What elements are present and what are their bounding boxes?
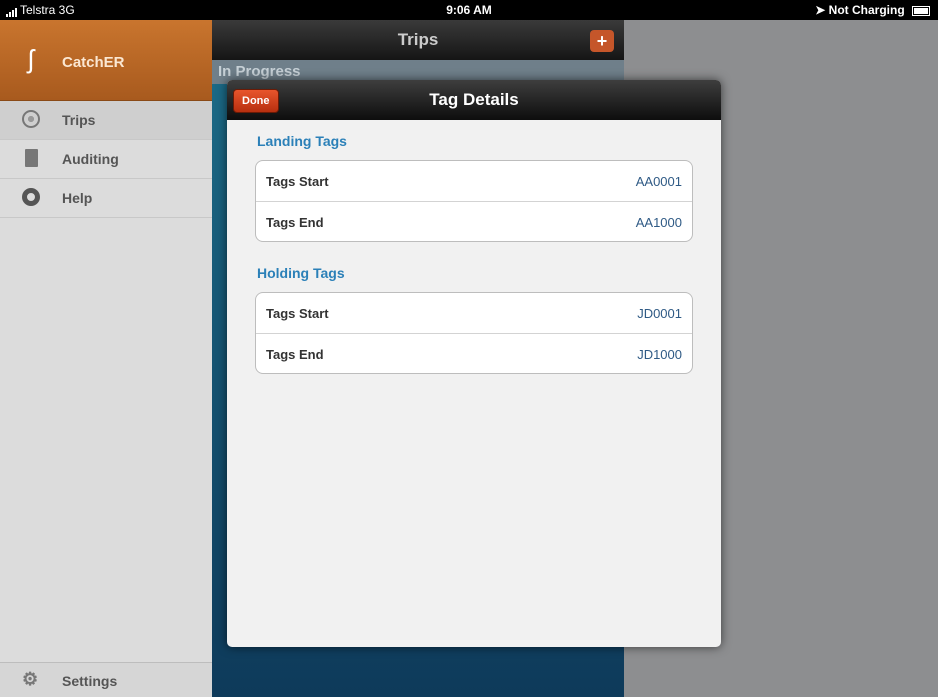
holding-tags-group: Tags Start JD0001 Tags End JD1000 <box>255 292 693 374</box>
app-name: CatchER <box>62 54 125 71</box>
group-title: Landing Tags <box>257 133 347 149</box>
modal-title: Tag Details <box>429 90 519 109</box>
gear-icon: ⚙ <box>22 669 39 689</box>
battery-label: Not Charging <box>828 3 905 17</box>
trips-title: Trips <box>397 30 439 49</box>
settings-label: Settings <box>62 673 118 689</box>
row-label: Tags End <box>266 215 324 230</box>
trips-navbar: Trips + <box>212 20 624 60</box>
row-value: JD1000 <box>637 347 682 362</box>
row-value: AA1000 <box>635 215 682 230</box>
sidebar-item-trips[interactable]: Trips <box>0 101 212 140</box>
tag-details-modal: Done Tag Details Landing Tags Tags Start… <box>227 80 721 647</box>
row-label: Tags Start <box>266 174 329 189</box>
status-time: 9:06 AM <box>446 3 492 17</box>
table-row[interactable]: Tags Start JD0001 <box>256 293 692 333</box>
sidebar-item-auditing[interactable]: Auditing <box>0 140 212 179</box>
fishhook-icon: ʃ <box>28 44 34 74</box>
table-row[interactable]: Tags End JD1000 <box>256 333 692 373</box>
row-label: Tags End <box>266 347 324 362</box>
sidebar-item-label: Help <box>62 190 93 206</box>
add-trip-button[interactable]: + <box>590 30 614 52</box>
lifebuoy-icon <box>22 188 40 206</box>
group-title: Holding Tags <box>257 265 345 281</box>
radar-icon <box>22 110 40 128</box>
table-row[interactable]: Tags Start AA0001 <box>256 161 692 201</box>
battery-status: ➤ Not Charging <box>815 3 930 17</box>
sidebar: ʃ CatchER Trips Auditing Help ⚙ Settings <box>0 20 212 697</box>
row-value: JD0001 <box>637 306 682 321</box>
row-label: Tags Start <box>266 306 329 321</box>
landing-tags-group: Tags Start AA0001 Tags End AA1000 <box>255 160 693 242</box>
document-icon <box>25 149 38 167</box>
location-icon: ➤ <box>815 3 826 17</box>
sidebar-item-help[interactable]: Help <box>0 179 212 218</box>
battery-icon <box>912 5 930 16</box>
app-brand: ʃ CatchER <box>0 20 212 101</box>
modal-navbar: Done Tag Details <box>227 80 721 120</box>
status-bar: Telstra 3G 9:06 AM ➤ Not Charging <box>0 0 938 20</box>
sidebar-item-label: Auditing <box>62 151 119 167</box>
row-value: AA0001 <box>635 174 682 189</box>
sidebar-item-label: Trips <box>62 112 96 128</box>
table-row[interactable]: Tags End AA1000 <box>256 201 692 241</box>
settings-button[interactable]: ⚙ Settings <box>0 662 212 697</box>
